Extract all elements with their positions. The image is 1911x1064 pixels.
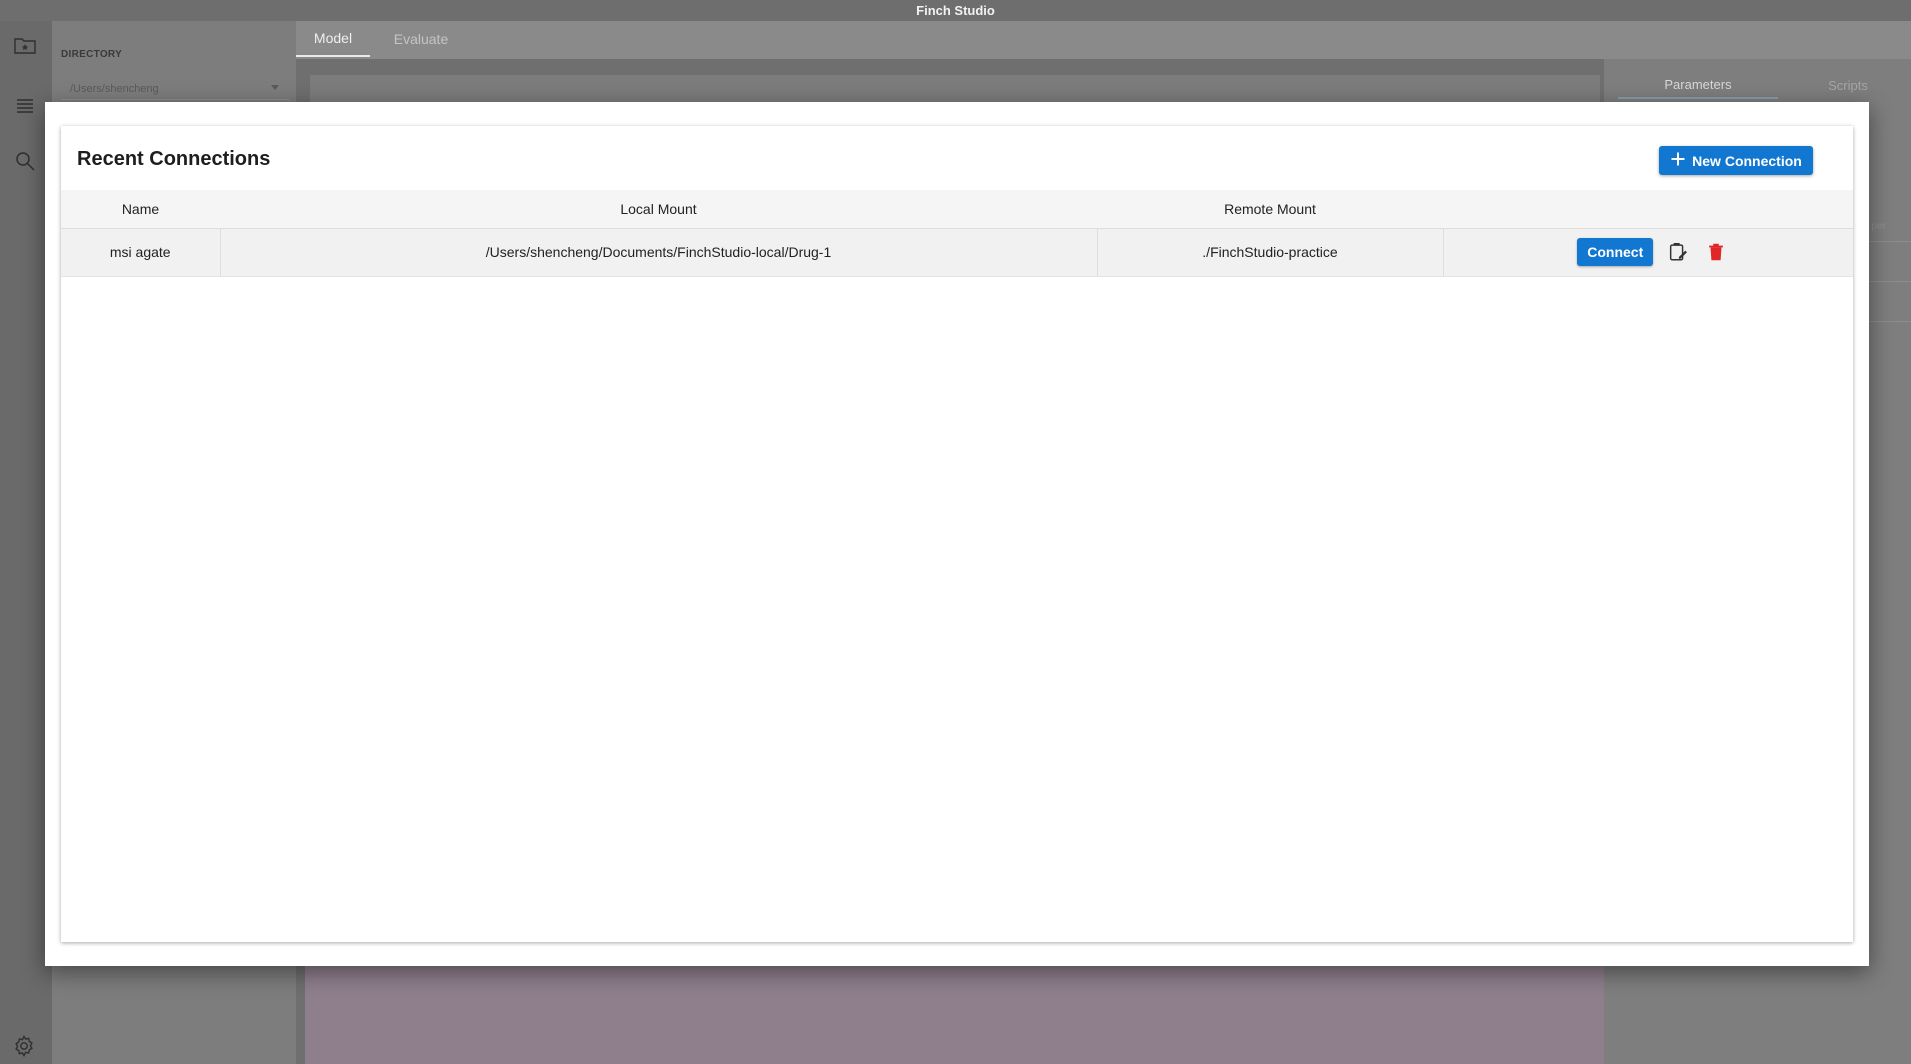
tab-evaluate[interactable]: Evaluate <box>374 21 468 57</box>
directory-label: DIRECTORY <box>61 49 123 60</box>
column-header-actions <box>1443 190 1853 229</box>
tab-parameters[interactable]: Parameters <box>1618 71 1778 99</box>
search-icon[interactable] <box>13 149 37 173</box>
tab-evaluate-label: Evaluate <box>393 31 449 47</box>
directory-path: /Users/shencheng <box>70 82 159 95</box>
dialog-title: Recent Connections <box>77 148 271 170</box>
connect-label: Connect <box>1587 244 1644 260</box>
caret-down-icon <box>271 85 279 90</box>
connection-actions: Connect <box>1443 228 1853 277</box>
panel-ghost-text: per <box>1871 221 1886 232</box>
connection-remote-mount: ./FinchStudio-practice <box>1097 228 1444 277</box>
connection-local-mount: /Users/shencheng/Documents/FinchStudio-l… <box>220 228 1098 277</box>
connection-name: msi agate <box>61 228 221 277</box>
gear-icon[interactable] <box>12 1034 38 1060</box>
divider <box>1864 321 1911 322</box>
new-connection-button[interactable]: New Connection <box>1659 146 1813 175</box>
tab-scripts-label: Scripts <box>1828 77 1868 93</box>
window-title: Finch Studio <box>916 3 995 18</box>
tab-model[interactable]: Model <box>296 21 370 57</box>
canvas-node-area <box>305 966 1605 1064</box>
plus-icon <box>1670 151 1686 170</box>
tab-parameters-label: Parameters <box>1664 76 1732 92</box>
tab-model-label: Model <box>313 30 353 46</box>
list-icon[interactable] <box>13 93 37 117</box>
folder-star-icon[interactable] <box>13 33 37 57</box>
connections-card: Recent Connections New Connection Name L… <box>61 126 1853 942</box>
connect-button[interactable]: Connect <box>1577 238 1654 266</box>
window-title-bar: Finch Studio <box>0 0 1911 21</box>
table-row[interactable]: msi agate /Users/shencheng/Documents/Fin… <box>61 228 1853 277</box>
column-header-local-mount: Local Mount <box>220 190 1097 229</box>
tab-scripts[interactable]: Scripts <box>1788 71 1908 99</box>
column-header-name: Name <box>61 190 220 229</box>
main-tab-bar: Model Evaluate <box>296 21 1911 59</box>
clipboard-edit-icon[interactable] <box>1665 239 1691 265</box>
new-connection-label: New Connection <box>1692 152 1802 169</box>
trash-icon[interactable] <box>1703 239 1729 265</box>
recent-connections-dialog: Recent Connections New Connection Name L… <box>45 102 1869 966</box>
table-header-row: Name Local Mount Remote Mount <box>61 190 1853 229</box>
divider <box>1864 281 1911 282</box>
column-header-remote-mount: Remote Mount <box>1097 190 1443 229</box>
connections-table: Name Local Mount Remote Mount msi agate … <box>61 190 1853 277</box>
directory-select[interactable]: /Users/shencheng <box>61 78 289 100</box>
divider <box>1864 241 1911 242</box>
